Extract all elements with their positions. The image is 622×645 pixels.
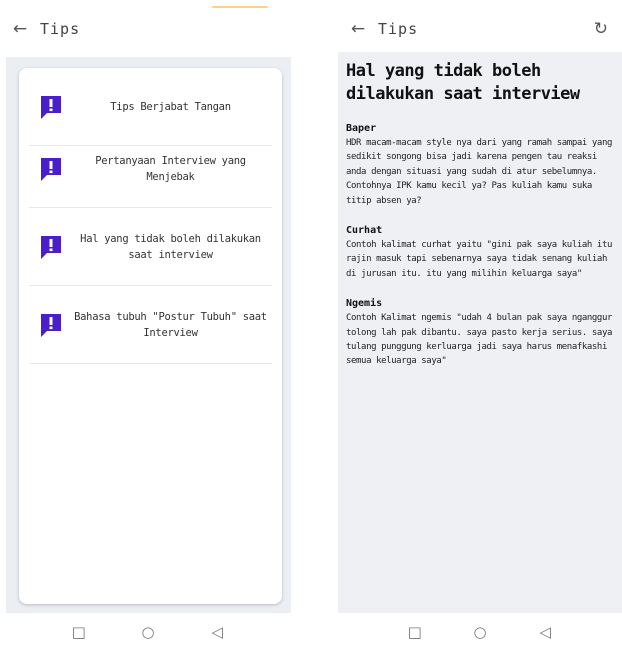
section-ngemis: Ngemis Contoh Kalimat ngemis "udah 4 bul…: [346, 297, 618, 369]
app-bar: ← Tips ↻: [338, 12, 622, 46]
alert-message-icon: [29, 156, 73, 182]
list-item-hal-tidak-boleh[interactable]: Hal yang tidak boleh dilakukan saat inte…: [29, 208, 272, 286]
list-item-label: Tips Berjabat Tangan: [110, 100, 231, 113]
list-item-label: Bahasa tubuh "Postur Tubuh" saat Intervi…: [74, 310, 267, 339]
home-circle-icon[interactable]: ○: [136, 623, 160, 641]
page-title: Tips: [40, 20, 81, 38]
back-arrow-icon[interactable]: ←: [338, 19, 378, 39]
list-item-label: Hal yang tidak boleh dilakukan saat inte…: [80, 232, 261, 261]
detail-content: Hal yang tidak boleh dilakukan saat inte…: [346, 60, 618, 385]
detail-heading: Hal yang tidak boleh dilakukan saat inte…: [346, 61, 580, 104]
section-title: Curhat: [346, 225, 383, 237]
list-item-pertanyaan-interview[interactable]: Pertanyaan Interview yang Menjebak: [29, 130, 272, 208]
alert-message-icon: [29, 94, 73, 120]
system-nav-bar: □ ○ ◁: [338, 618, 622, 645]
refresh-icon[interactable]: ↻: [594, 19, 608, 39]
section-curhat: Curhat Contoh kalimat curhat yaitu "gini…: [346, 224, 618, 281]
section-title: Baper: [346, 123, 377, 134]
alert-message-icon: [29, 234, 73, 260]
status-accent-line: [212, 6, 268, 8]
recents-square-icon[interactable]: □: [67, 623, 91, 641]
back-triangle-icon[interactable]: ◁: [533, 623, 557, 641]
section-body: Contoh Kalimat ngemis "udah 4 bulan pak …: [346, 313, 612, 367]
section-body: Contoh kalimat curhat yaitu "gini pak sa…: [346, 240, 612, 279]
tips-detail-screen: ← Tips ↻ Hal yang tidak boleh dilakukan …: [338, 0, 622, 645]
home-circle-icon[interactable]: ○: [468, 623, 492, 641]
tips-card: Tips Berjabat Tangan Pertanyaan Intervie…: [19, 68, 282, 604]
section-title: Ngemis: [346, 298, 383, 310]
page-title: Tips: [378, 20, 419, 38]
list-item-bahasa-tubuh[interactable]: Bahasa tubuh "Postur Tubuh" saat Intervi…: [29, 286, 272, 364]
back-arrow-icon[interactable]: ←: [0, 19, 40, 39]
tips-list-screen: ← Tips Tips Berjabat Tangan Pertanyaan I…: [0, 0, 296, 645]
alert-message-icon: [29, 312, 73, 338]
system-nav-bar: □ ○ ◁: [0, 618, 296, 645]
list-item-label: Pertanyaan Interview yang Menjebak: [95, 154, 246, 183]
section-baper: Baper HDR macam-macam style nya dari yan…: [346, 122, 618, 208]
app-bar: ← Tips: [0, 12, 296, 46]
back-triangle-icon[interactable]: ◁: [205, 623, 229, 641]
section-body: HDR macam-macam style nya dari yang rama…: [346, 138, 612, 206]
recents-square-icon[interactable]: □: [403, 623, 427, 641]
